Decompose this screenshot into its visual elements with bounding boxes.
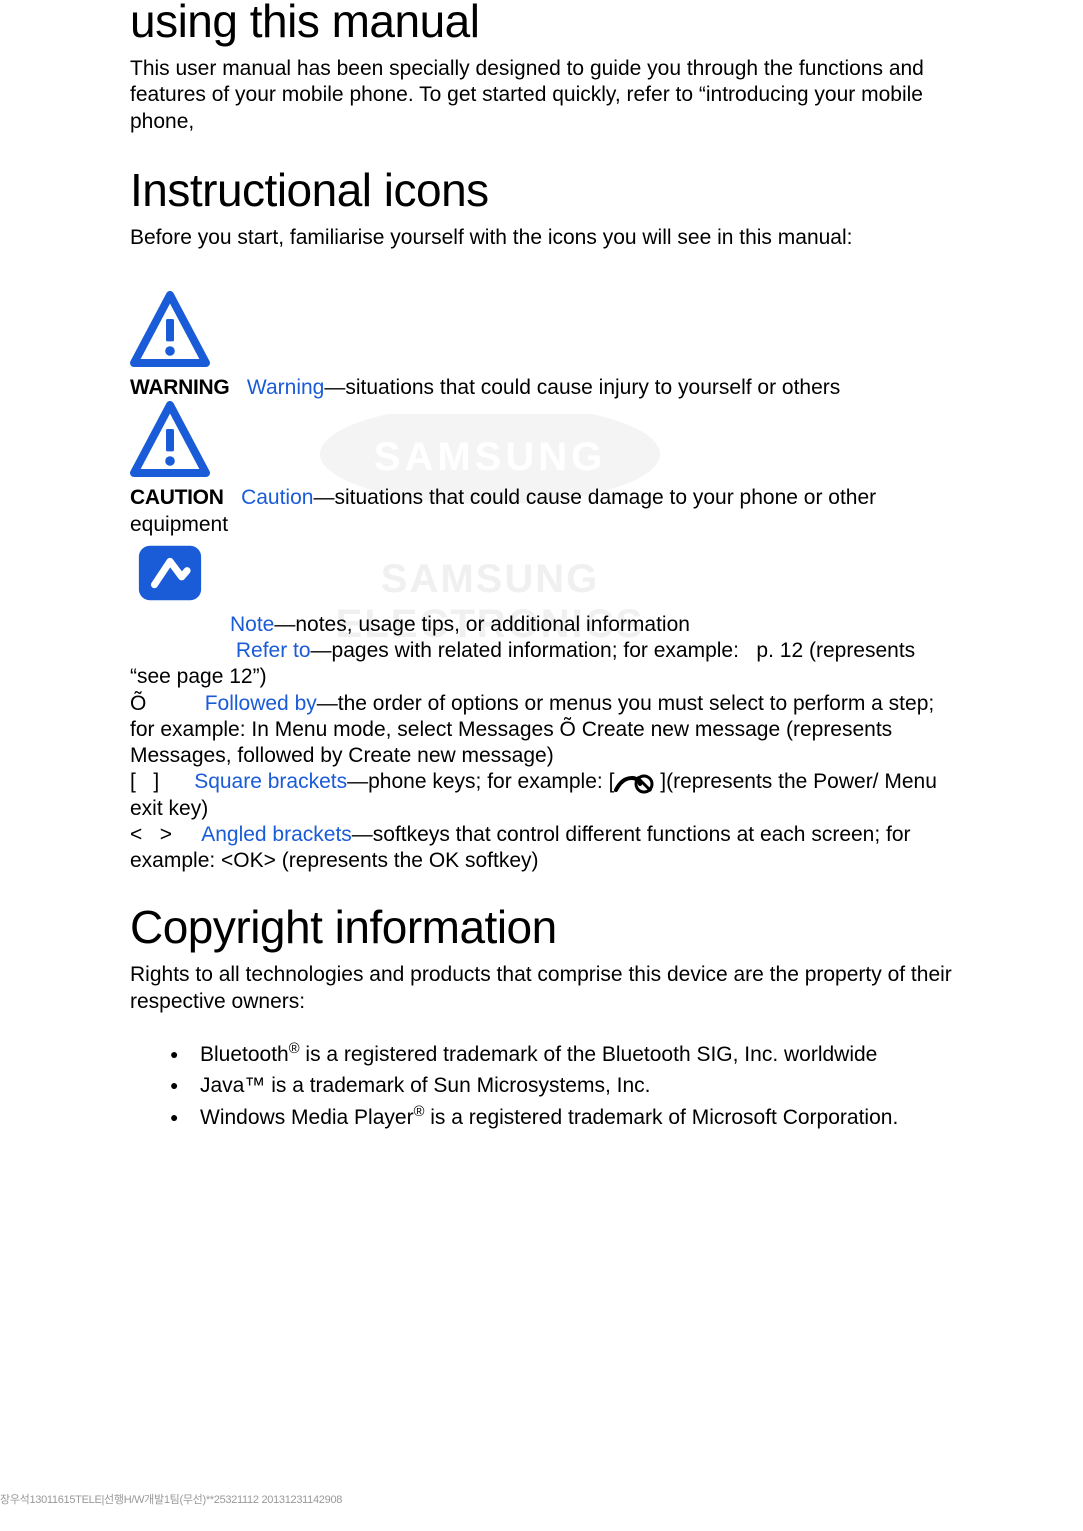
intro-paragraph: This user manual has been specially desi… <box>130 56 953 135</box>
square-desc-1: —phone keys; for example: [ <box>347 770 614 793</box>
square-term: Square brackets <box>194 770 347 793</box>
refer-term: Refer to <box>236 639 311 662</box>
copyright-intro: Rights to all technologies and products … <box>130 962 953 1015</box>
caution-label: CAUTION <box>130 486 224 509</box>
note-icon <box>130 538 210 608</box>
warning-term: Warning <box>247 376 324 399</box>
caution-icon <box>130 401 210 481</box>
square-line: [ ] Square brackets—phone keys; for exam… <box>130 769 953 822</box>
list-item: Bluetooth® is a registered trademark of … <box>170 1039 953 1071</box>
followed-prefix: Õ <box>130 692 205 715</box>
followed-term: Followed by <box>205 692 317 715</box>
caution-term: Caution <box>241 486 313 509</box>
angled-prefix: < > <box>130 823 201 846</box>
note-line: Note—notes, usage tips, or additional in… <box>130 612 953 638</box>
list-item: Windows Media Player® is a registered tr… <box>170 1102 953 1134</box>
refer-line: Refer to—pages with related information;… <box>130 638 953 691</box>
section-title-icons: Instructional icons <box>130 163 953 217</box>
angled-term: Angled brackets <box>201 823 352 846</box>
page-title: using this manual <box>130 0 953 48</box>
warning-label: WARNING <box>130 376 229 399</box>
followed-line: Õ Followed by—the order of options or me… <box>130 691 953 770</box>
note-term: Note <box>230 613 274 636</box>
warning-desc: —situations that could cause injury to y… <box>324 376 840 399</box>
caution-line: CAUTION Caution—situations that could ca… <box>130 485 953 538</box>
warning-line: WARNING Warning—situations that could ca… <box>130 375 953 401</box>
footer-code: 장우석13011615TELE|선행H/W개발1팀(무선)**25321112 … <box>0 1491 342 1507</box>
power-key-icon <box>614 770 654 796</box>
section-title-copyright: Copyright information <box>130 900 953 954</box>
icons-intro: Before you start, familiarise yourself w… <box>130 225 953 251</box>
warning-icon <box>130 291 210 371</box>
angled-line: < > Angled brackets—softkeys that contro… <box>130 822 953 875</box>
square-prefix: [ ] <box>130 770 194 793</box>
copyright-list: Bluetooth® is a registered trademark of … <box>130 1039 953 1134</box>
note-desc: —notes, usage tips, or additional inform… <box>274 613 690 636</box>
list-item: Java™ is a trademark of Sun Microsystems… <box>170 1070 953 1102</box>
